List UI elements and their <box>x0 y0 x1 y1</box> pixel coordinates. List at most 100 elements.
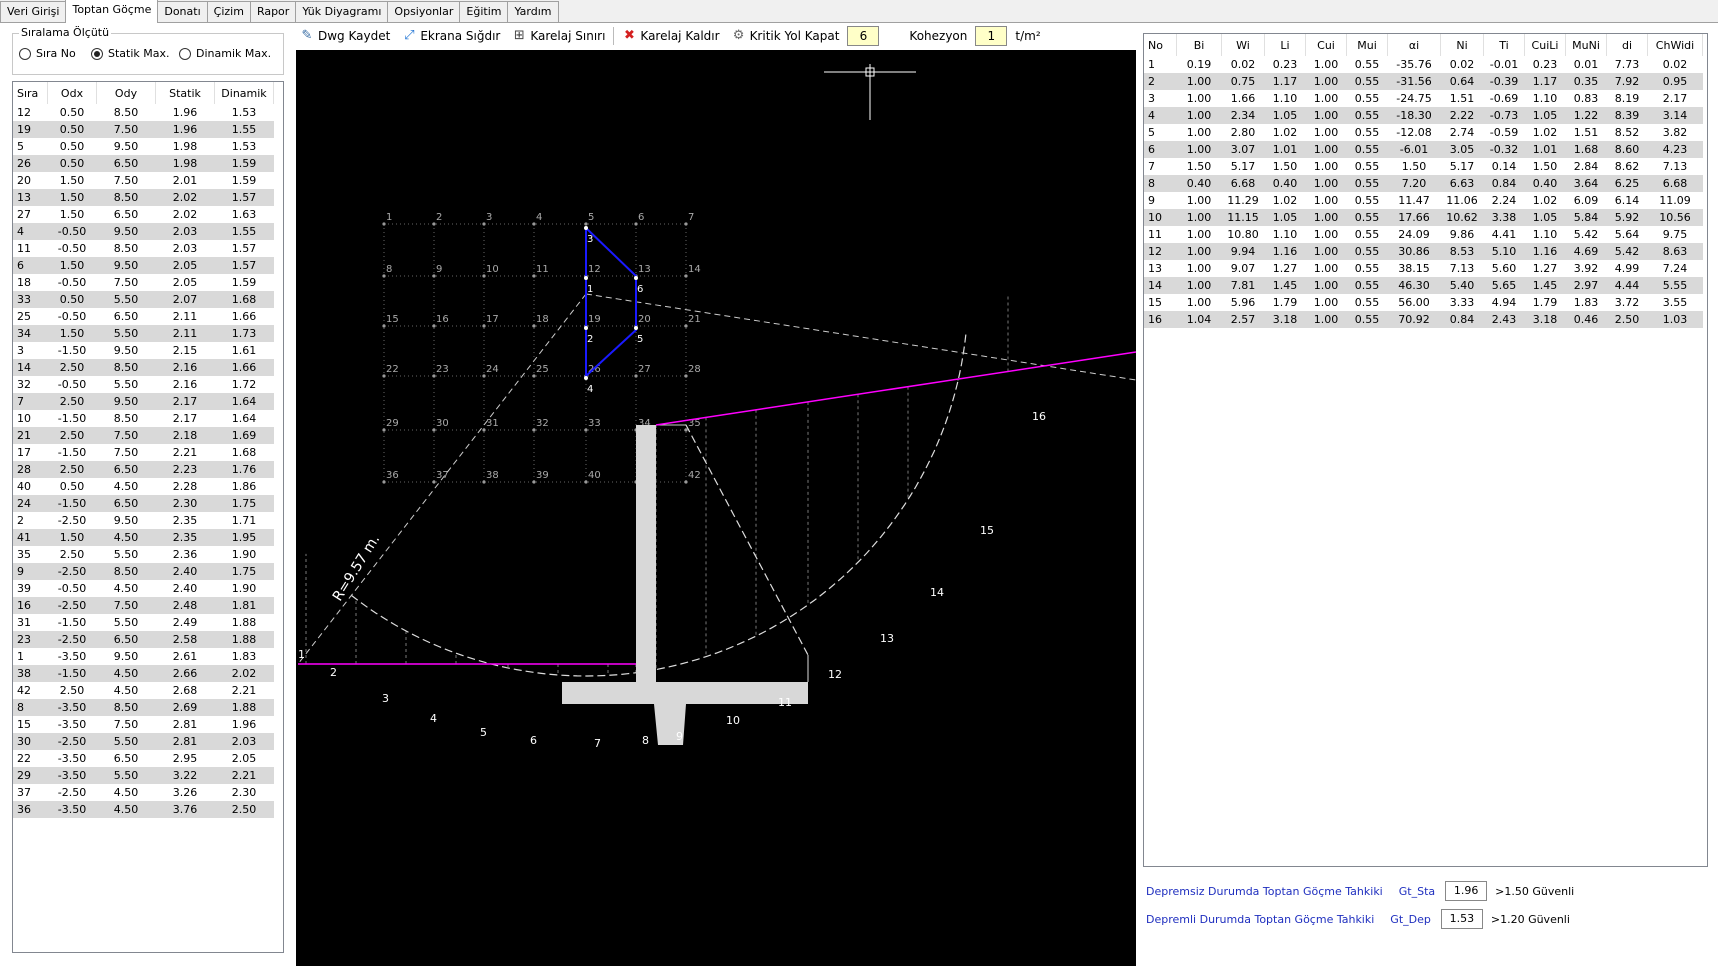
radio-sira-no[interactable]: Sıra No <box>19 47 76 60</box>
table-row[interactable]: 27 1.50 6.50 2.02 1.63 <box>13 206 274 223</box>
table-row[interactable]: 42 2.50 4.50 2.68 2.21 <box>13 682 274 699</box>
center-results-list[interactable]: Sıra Odx Ody Statik Dinamik 12 0.50 8.50 1.96 1.5… <box>12 81 284 953</box>
column-header[interactable]: No <box>1144 34 1177 56</box>
table-row[interactable]: 7 2.50 9.50 2.17 1.64 <box>13 393 274 410</box>
tab-3[interactable]: Çizim <box>206 1 251 22</box>
radio-statik-max[interactable]: Statik Max. <box>91 47 170 60</box>
tab-2[interactable]: Donatı <box>157 1 208 22</box>
table-row[interactable]: 15 -3.50 7.50 2.81 1.96 <box>13 716 274 733</box>
table-row[interactable]: 30 -2.50 5.50 2.81 2.03 <box>13 733 274 750</box>
drawing-canvas[interactable]: 1 2 3 4 5 6 7 8 9 10 11 12 13 14 15 16 17 18 19 20 21 22 23 24 2… <box>296 50 1137 966</box>
column-header[interactable]: Li <box>1264 34 1306 56</box>
table-row[interactable]: 14 1.00 7.81 1.45 1.00 0.55 46.30 5.40 5.65 1.45 2… <box>1144 277 1703 294</box>
tab-5[interactable]: Yük Diyagramı <box>295 1 389 22</box>
table-row[interactable]: 39 -0.50 4.50 2.40 1.90 <box>13 580 274 597</box>
column-header[interactable]: Ni <box>1440 34 1484 56</box>
table-row[interactable]: 4 1.00 2.34 1.05 1.00 0.55 -18.30 2.22 -0.73 1.05… <box>1144 107 1703 124</box>
table-row[interactable]: 10 1.00 11.15 1.05 1.00 0.55 17.66 10.62 3.38 1.0… <box>1144 209 1703 226</box>
slice-results-list[interactable]: No Bi Wi Li Cui Mui αi Ni Ti CuiLi MuNi di ChWidi 1 0.… <box>1143 33 1708 867</box>
critical-path-input[interactable]: 6 <box>847 26 880 46</box>
table-row[interactable]: 24 -1.50 6.50 2.30 1.75 <box>13 495 274 512</box>
kohezyon-input[interactable]: 1 <box>975 26 1008 46</box>
column-header[interactable]: Dinamik <box>214 82 274 104</box>
radio-circle[interactable] <box>19 47 31 60</box>
column-header[interactable]: Mui <box>1346 34 1388 56</box>
table-row[interactable]: 3 -1.50 9.50 2.15 1.61 <box>13 342 274 359</box>
table-row[interactable]: 16 -2.50 7.50 2.48 1.81 <box>13 597 274 614</box>
table-row[interactable]: 28 2.50 6.50 2.23 1.76 <box>13 461 274 478</box>
radio-dinamik-max[interactable]: Dinamik Max. <box>179 47 271 60</box>
radio-circle[interactable] <box>91 47 103 60</box>
column-header[interactable]: Wi <box>1221 34 1265 56</box>
column-header[interactable]: αi <box>1387 34 1441 56</box>
table-row[interactable]: 6 1.50 9.50 2.05 1.57 <box>13 257 274 274</box>
table-row[interactable]: 13 1.50 8.50 2.02 1.57 <box>13 189 274 206</box>
table-row[interactable]: 20 1.50 7.50 2.01 1.59 <box>13 172 274 189</box>
table-row[interactable]: 9 1.00 11.29 1.02 1.00 0.55 11.47 11.06 2.24 1.02… <box>1144 192 1703 209</box>
table-row[interactable]: 40 0.50 4.50 2.28 1.86 <box>13 478 274 495</box>
table-row[interactable]: 11 -0.50 8.50 2.03 1.57 <box>13 240 274 257</box>
table-row[interactable]: 8 0.40 6.68 0.40 1.00 0.55 7.20 6.63 0.84 0.40 3.6… <box>1144 175 1703 192</box>
column-header[interactable]: CuiLi <box>1524 34 1566 56</box>
critical-path-button[interactable]: ⚙ Kritik Yol Kapat <box>728 29 844 44</box>
tab-4[interactable]: Rapor <box>249 1 297 22</box>
dwg-save-button[interactable]: ✎ Dwg Kaydet <box>296 29 394 44</box>
slope-stability-drawing[interactable]: 1 2 3 4 5 6 78 9 10 11 12 13 1415 16 17 18 19 20 2122 23 24 2… <box>296 50 1137 966</box>
table-row[interactable]: 1 -3.50 9.50 2.61 1.83 <box>13 648 274 665</box>
table-row[interactable]: 12 0.50 8.50 1.96 1.53 <box>13 104 274 121</box>
table-row[interactable]: 17 -1.50 7.50 2.21 1.68 <box>13 444 274 461</box>
table-row[interactable]: 1 0.19 0.02 0.23 1.00 0.55 -35.76 0.02 -0.01 0.23… <box>1144 56 1703 73</box>
table-row[interactable]: 7 1.50 5.17 1.50 1.00 0.55 1.50 5.17 0.14 1.50 2.8… <box>1144 158 1703 175</box>
table-row[interactable]: 13 1.00 9.07 1.27 1.00 0.55 38.15 7.13 5.60 1.27 3… <box>1144 260 1703 277</box>
table-row[interactable]: 26 0.50 6.50 1.98 1.59 <box>13 155 274 172</box>
radio-circle[interactable] <box>179 47 191 60</box>
table-row[interactable]: 9 -2.50 8.50 2.40 1.75 <box>13 563 274 580</box>
table-row[interactable]: 10 -1.50 8.50 2.17 1.64 <box>13 410 274 427</box>
column-header[interactable]: Odx <box>47 82 97 104</box>
table-row[interactable]: 15 1.00 5.96 1.79 1.00 0.55 56.00 3.33 4.94 1.79 1… <box>1144 294 1703 311</box>
column-header[interactable]: Ody <box>96 82 156 104</box>
table-row[interactable]: 5 0.50 9.50 1.98 1.53 <box>13 138 274 155</box>
fit-screen-button[interactable]: ⤢ Ekrana Sığdır <box>398 29 504 44</box>
table-row[interactable]: 29 -3.50 5.50 3.22 2.21 <box>13 767 274 784</box>
table-row[interactable]: 34 1.50 5.50 2.11 1.73 <box>13 325 274 342</box>
table-row[interactable]: 2 -2.50 9.50 2.35 1.71 <box>13 512 274 529</box>
table-row[interactable]: 19 0.50 7.50 1.96 1.55 <box>13 121 274 138</box>
column-header[interactable]: di <box>1606 34 1648 56</box>
tab-7[interactable]: Eğitim <box>459 1 509 22</box>
table-row[interactable]: 5 1.00 2.80 1.02 1.00 0.55 -12.08 2.74 -0.59 1.02… <box>1144 124 1703 141</box>
column-header[interactable]: Cui <box>1305 34 1347 56</box>
table-row[interactable]: 11 1.00 10.80 1.10 1.00 0.55 24.09 9.86 4.41 1.10… <box>1144 226 1703 243</box>
table-row[interactable]: 25 -0.50 6.50 2.11 1.66 <box>13 308 274 325</box>
remove-grid-button[interactable]: ✖ Karelaj Kaldır <box>618 29 723 44</box>
table-row[interactable]: 21 2.50 7.50 2.18 1.69 <box>13 427 274 444</box>
table-row[interactable]: 33 0.50 5.50 2.07 1.68 <box>13 291 274 308</box>
tab-6[interactable]: Opsiyonlar <box>387 1 461 22</box>
tab-0[interactable]: Veri Girişi <box>0 1 67 22</box>
grid-bounds-button[interactable]: ⊞ Karelaj Sınırı <box>508 29 609 44</box>
tab-1[interactable]: Toptan Göçme <box>65 0 159 23</box>
table-row[interactable]: 8 -3.50 8.50 2.69 1.88 <box>13 699 274 716</box>
column-header[interactable]: Sıra <box>13 82 48 104</box>
table-row[interactable]: 36 -3.50 4.50 3.76 2.50 <box>13 801 274 818</box>
table-row[interactable]: 2 1.00 0.75 1.17 1.00 0.55 -31.56 0.64 -0.39 1.17… <box>1144 73 1703 90</box>
table-row[interactable]: 37 -2.50 4.50 3.26 2.30 <box>13 784 274 801</box>
table-row[interactable]: 6 1.00 3.07 1.01 1.00 0.55 -6.01 3.05 -0.32 1.01 1… <box>1144 141 1703 158</box>
table-row[interactable]: 35 2.50 5.50 2.36 1.90 <box>13 546 274 563</box>
table-row[interactable]: 32 -0.50 5.50 2.16 1.72 <box>13 376 274 393</box>
table-row[interactable]: 12 1.00 9.94 1.16 1.00 0.55 30.86 8.53 5.10 1.16 4… <box>1144 243 1703 260</box>
column-header[interactable]: Statik <box>155 82 215 104</box>
table-row[interactable]: 18 -0.50 7.50 2.05 1.59 <box>13 274 274 291</box>
table-row[interactable]: 31 -1.50 5.50 2.49 1.88 <box>13 614 274 631</box>
column-header[interactable]: MuNi <box>1565 34 1607 56</box>
column-header[interactable]: ChWidi <box>1647 34 1703 56</box>
table-row[interactable]: 22 -3.50 6.50 2.95 2.05 <box>13 750 274 767</box>
table-row[interactable]: 3 1.00 1.66 1.10 1.00 0.55 -24.75 1.51 -0.69 1.10… <box>1144 90 1703 107</box>
table-row[interactable]: 41 1.50 4.50 2.35 1.95 <box>13 529 274 546</box>
table-row[interactable]: 16 1.04 2.57 3.18 1.00 0.55 70.92 0.84 2.43 3.18 0… <box>1144 311 1703 328</box>
table-row[interactable]: 23 -2.50 6.50 2.58 1.88 <box>13 631 274 648</box>
table-row[interactable]: 4 -0.50 9.50 2.03 1.55 <box>13 223 274 240</box>
tab-8[interactable]: Yardım <box>507 1 559 22</box>
table-row[interactable]: 14 2.50 8.50 2.16 1.66 <box>13 359 274 376</box>
column-header[interactable]: Ti <box>1483 34 1525 56</box>
